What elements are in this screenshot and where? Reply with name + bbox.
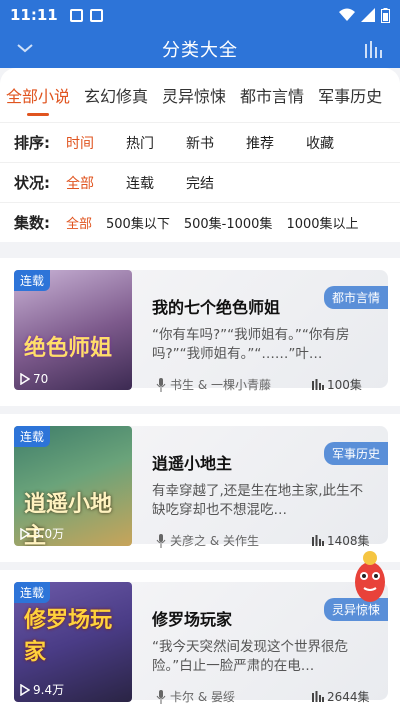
episodes-bar-icon xyxy=(312,379,324,390)
app-header: 分类大全 xyxy=(0,30,400,68)
book-cover[interactable]: 逍遥小地主 连载 3.0万 xyxy=(14,426,132,546)
status-filter-row: 状况: 全部 连载 完结 xyxy=(0,162,400,202)
sort-filter-row: 排序: 时间 热门 新书 推荐 收藏 xyxy=(0,122,400,162)
episode-count-value: 100集 xyxy=(327,378,362,392)
episodes-label: 集数: xyxy=(14,214,50,232)
page-title: 分类大全 xyxy=(162,40,238,61)
book-title[interactable]: 逍遥小地主 xyxy=(152,450,232,474)
play-icon xyxy=(20,527,30,540)
cover-title-text: 绝色师姐 xyxy=(24,336,113,361)
episode-count-value: 1408集 xyxy=(327,534,370,548)
book-card[interactable]: 绝色师姐 连载 70 都市言情 我的七个绝色师姐 “你有车吗?”“我师姐有。”“… xyxy=(0,258,400,406)
category-tabs: 全部小说 玄幻修真 灵异惊悚 都市言情 军事历史 xyxy=(0,52,400,122)
book-card[interactable]: 修罗场玩家 连载 9.4万 灵异惊悚 修罗场玩家 “我今天突然间发现这个世界很危… xyxy=(0,570,400,710)
book-title[interactable]: 我的七个绝色师姐 xyxy=(152,294,280,318)
bar-chart-icon[interactable] xyxy=(364,40,384,58)
app-notification-icon xyxy=(89,8,103,22)
play-icon xyxy=(20,683,30,696)
status-badge: 连载 xyxy=(14,582,51,603)
episodes-bar-icon xyxy=(312,535,324,546)
mascot-float-icon[interactable] xyxy=(350,548,390,604)
episode-count: 100集 xyxy=(312,376,362,393)
status-time: 11:11 xyxy=(10,6,58,24)
genre-badge: 军事历史 xyxy=(323,442,388,465)
play-count: 3.0万 xyxy=(20,525,64,542)
battery-icon xyxy=(381,7,390,23)
cover-title-text: 修罗场玩家 xyxy=(24,608,113,665)
author-name: 关彦之 & 关作生 xyxy=(170,534,259,548)
status-label: 状况: xyxy=(14,174,50,192)
book-description: “你有车吗?”“我师姐有。”“你有房吗?”“我师姐有。”“……”叶… xyxy=(152,327,350,362)
status-bar: 11:11 xyxy=(0,0,400,30)
play-count-value: 3.0万 xyxy=(33,527,65,541)
book-card[interactable]: 逍遥小地主 连载 3.0万 军事历史 逍遥小地主 有幸穿越了,还是生在地主家,此… xyxy=(0,414,400,562)
episodes-option-all[interactable]: 全部 xyxy=(66,213,92,232)
filter-panel: 排序: 时间 热门 新书 推荐 收藏 状况: 全部 连载 完结 集数: 全部 5… xyxy=(0,122,400,242)
book-description: 有幸穿越了,还是生在地主家,此生不缺吃穿却也不想混吃… xyxy=(152,483,364,518)
tab-military-history[interactable]: 军事历史 xyxy=(318,83,382,107)
play-icon xyxy=(20,373,30,385)
play-count: 9.4万 xyxy=(20,681,64,698)
status-option-complete[interactable]: 完结 xyxy=(186,173,214,193)
notification-icon xyxy=(69,8,83,22)
author-info: 书生 & 一棵小青藤 xyxy=(156,376,271,393)
sort-option-new[interactable]: 新书 xyxy=(186,133,214,153)
book-cover[interactable]: 绝色师姐 连载 70 xyxy=(14,270,132,390)
microphone-icon xyxy=(156,689,166,704)
episodes-option-under-500[interactable]: 500集以下 xyxy=(106,213,170,232)
episodes-filter-row: 集数: 全部 500集以下 500集-1000集 1000集以上 xyxy=(0,202,400,242)
episodes-bar-icon xyxy=(312,691,324,702)
wifi-icon xyxy=(339,8,355,21)
microphone-icon xyxy=(156,533,166,548)
author-info: 关彦之 & 关作生 xyxy=(156,532,259,549)
status-option-ongoing[interactable]: 连载 xyxy=(126,173,154,193)
tab-fantasy[interactable]: 玄幻修真 xyxy=(84,83,148,107)
book-cover[interactable]: 修罗场玩家 连载 9.4万 xyxy=(14,582,132,702)
genre-badge: 都市言情 xyxy=(323,286,388,309)
signal-icon xyxy=(361,8,375,22)
episode-count: 1408集 xyxy=(312,532,370,549)
sort-option-time[interactable]: 时间 xyxy=(66,133,94,153)
sort-option-favorite[interactable]: 收藏 xyxy=(306,133,334,153)
author-name: 卡尔 & 晏绥 xyxy=(170,690,235,704)
play-count: 70 xyxy=(20,372,48,386)
episode-count: 2644集 xyxy=(312,688,370,705)
tab-horror[interactable]: 灵异惊悚 xyxy=(162,83,226,107)
play-count-value: 70 xyxy=(33,372,49,386)
episodes-option-500-1000[interactable]: 500集-1000集 xyxy=(184,213,273,232)
sort-option-hot[interactable]: 热门 xyxy=(126,133,154,153)
microphone-icon xyxy=(156,377,166,392)
book-description: “我今天突然间发现这个世界很危险。”白止一脸严肃的在电… xyxy=(152,639,348,674)
play-count-value: 9.4万 xyxy=(33,683,65,697)
episode-count-value: 2644集 xyxy=(327,690,370,704)
author-info: 卡尔 & 晏绥 xyxy=(156,688,235,705)
author-name: 书生 & 一棵小青藤 xyxy=(170,378,271,392)
sort-label: 排序: xyxy=(14,134,50,152)
tab-all-novels[interactable]: 全部小说 xyxy=(6,83,70,116)
book-title[interactable]: 修罗场玩家 xyxy=(152,606,232,630)
episodes-option-over-1000[interactable]: 1000集以上 xyxy=(286,213,358,232)
status-option-all[interactable]: 全部 xyxy=(66,173,94,193)
sort-option-recommend[interactable]: 推荐 xyxy=(246,133,274,153)
tab-urban-romance[interactable]: 都市言情 xyxy=(240,83,304,107)
status-badge: 连载 xyxy=(14,270,51,291)
status-badge: 连载 xyxy=(14,426,51,447)
